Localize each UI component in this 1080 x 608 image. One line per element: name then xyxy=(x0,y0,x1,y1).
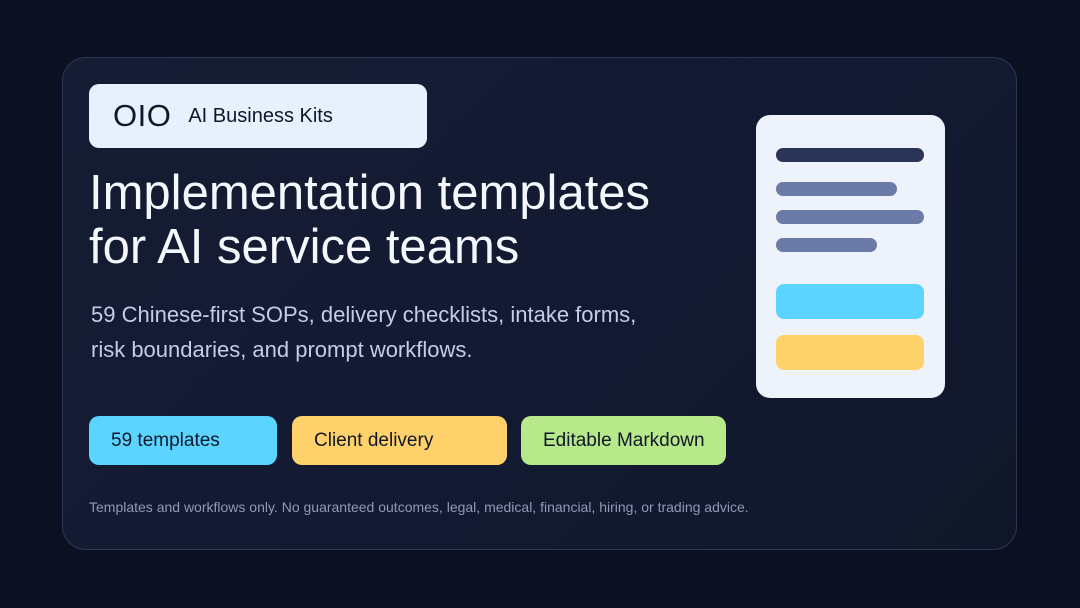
headline-line-2: for AI service teams xyxy=(89,220,520,274)
headline: Implementation templates for AI service … xyxy=(89,166,650,274)
document-icon xyxy=(756,115,945,398)
document-title-line xyxy=(776,148,924,162)
pill-templates: 59 templates xyxy=(89,416,277,465)
pill-editable-markdown: Editable Markdown xyxy=(521,416,726,465)
subtext-line-1: 59 Chinese-first SOPs, delivery checklis… xyxy=(91,302,637,327)
subtext: 59 Chinese-first SOPs, delivery checklis… xyxy=(91,297,636,367)
brand-badge: OIO AI Business Kits xyxy=(89,84,427,148)
brand-logo: OIO xyxy=(113,98,172,133)
document-text-line xyxy=(776,182,897,196)
subtext-line-2: risk boundaries, and prompt workflows. xyxy=(91,337,473,362)
document-text-line xyxy=(776,210,924,224)
pill-client-delivery: Client delivery xyxy=(292,416,507,465)
brand-name: AI Business Kits xyxy=(188,104,333,127)
document-text-line xyxy=(776,238,877,252)
document-block-yellow xyxy=(776,335,924,370)
disclaimer-text: Templates and workflows only. No guarant… xyxy=(89,499,749,515)
page: OIO AI Business Kits Implementation temp… xyxy=(0,0,1080,608)
headline-line-1: Implementation templates xyxy=(89,166,651,220)
document-block-blue xyxy=(776,284,924,319)
